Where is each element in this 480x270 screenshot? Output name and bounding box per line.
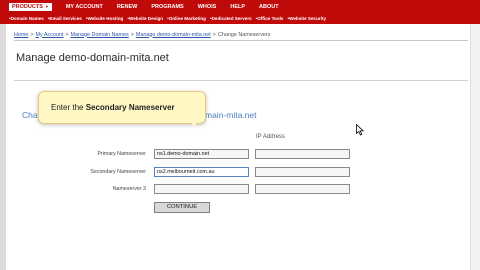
- breadcrumb-home[interactable]: Home: [14, 32, 28, 38]
- main-content: Home > My Account > Manage Domain Names …: [6, 24, 480, 270]
- subnav-website-security[interactable]: •Website Security: [287, 16, 326, 21]
- secondary-nav: •Domain Names •Email Services •Website H…: [9, 14, 330, 22]
- primary-nameserver-label: Primary Nameserver: [97, 151, 146, 157]
- top-navigation: PRODUCTS ▼ MY ACCOUNT RENEW PROGRAMS WHOI…: [0, 0, 480, 24]
- nameserver-3-label: Nameserver 3: [112, 186, 146, 192]
- page-title: Manage demo-domain-mita.net: [16, 52, 169, 64]
- secondary-nameserver-label: Secondary Nameserver: [90, 169, 146, 175]
- ip-address-header: IP Address: [256, 134, 285, 140]
- breadcrumb-separator: >: [130, 31, 134, 38]
- breadcrumb-current: Change Nameservers: [217, 31, 271, 38]
- subnav-website-hosting[interactable]: •Website Hosting: [86, 16, 124, 21]
- secondary-nameserver-input[interactable]: ns2.melbourneit.com.au: [154, 167, 249, 177]
- nav-about[interactable]: ABOUT: [259, 4, 279, 10]
- breadcrumb-domain[interactable]: Manage demo-domain-mita.net: [136, 32, 211, 38]
- subnav-website-design[interactable]: •Website Design: [127, 16, 163, 21]
- breadcrumb-separator: >: [30, 31, 34, 38]
- continue-button[interactable]: CONTINUE: [154, 202, 210, 213]
- mouse-cursor-icon: [356, 124, 364, 136]
- subnav-domain-names[interactable]: •Domain Names: [9, 16, 44, 21]
- nameserver-3-input[interactable]: [154, 184, 249, 194]
- breadcrumb-separator: >: [65, 31, 69, 38]
- secondary-ip-input[interactable]: [255, 167, 350, 177]
- subnav-dedicated-servers[interactable]: •Dedicated Servers: [210, 16, 252, 21]
- nav-whois[interactable]: WHOIS: [198, 4, 217, 10]
- subnav-online-marketing[interactable]: •Online Marketing: [167, 16, 206, 21]
- callout-text: Enter the Secondary Nameserver: [51, 103, 175, 112]
- nameserver-3-ip-input[interactable]: [255, 184, 350, 194]
- breadcrumb-manage-domains[interactable]: Manage Domain Names: [71, 32, 129, 38]
- subnav-email-services[interactable]: •Email Services: [48, 16, 82, 21]
- vertical-scrollbar[interactable]: [470, 24, 480, 270]
- primary-ip-input[interactable]: [255, 149, 350, 159]
- breadcrumb: Home > My Account > Manage Domain Names …: [14, 29, 468, 41]
- section-title-end: main-mita.net: [205, 110, 257, 120]
- breadcrumb-my-account[interactable]: My Account: [36, 32, 64, 38]
- breadcrumb-separator: >: [212, 31, 216, 38]
- nav-my-account[interactable]: MY ACCOUNT: [66, 4, 103, 10]
- callout-pointer: [188, 118, 200, 127]
- divider: [14, 80, 468, 81]
- primary-nav: PRODUCTS ▼ MY ACCOUNT RENEW PROGRAMS WHOI…: [9, 2, 293, 12]
- primary-nameserver-input[interactable]: ns1.demo-domain.net: [154, 149, 249, 159]
- subnav-office-tools[interactable]: •Office Tools: [256, 16, 284, 21]
- nav-programs[interactable]: PROGRAMS: [151, 4, 183, 10]
- nav-help[interactable]: HELP: [230, 4, 245, 10]
- nav-products[interactable]: PRODUCTS ▼: [9, 3, 52, 11]
- caret-down-icon: ▼: [44, 4, 49, 9]
- nav-renew[interactable]: RENEW: [117, 4, 137, 10]
- tooltip-callout: Enter the Secondary Nameserver: [38, 91, 206, 124]
